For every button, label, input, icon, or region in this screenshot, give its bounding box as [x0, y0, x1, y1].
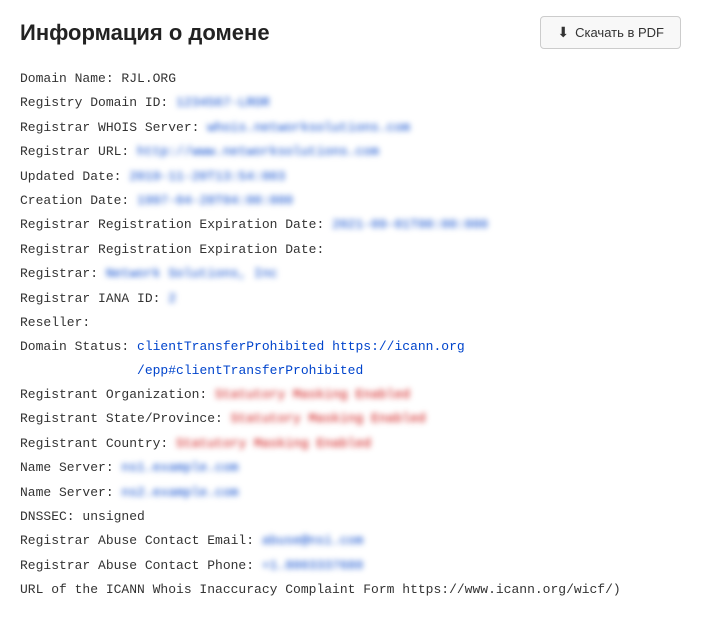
- registrar-url-row: Registrar URL: http://www.networksolutio…: [20, 140, 681, 163]
- registrant-state-label: Registrant State/Province:: [20, 407, 231, 430]
- registrar-row: Registrar: Network Solutions, Inc: [20, 262, 681, 285]
- registrar-whois-value: whois.networksolutions.com: [207, 116, 410, 139]
- abuse-phone-value: +1.8003337680: [262, 554, 363, 577]
- registrant-country-label: Registrant Country:: [20, 432, 176, 455]
- registrar-url-label: Registrar URL:: [20, 140, 137, 163]
- expiration-date2-label: Registrar Registration Expiration Date:: [20, 238, 332, 261]
- domain-status-value: clientTransferProhibited https://icann.o…: [137, 335, 637, 382]
- expiration-date2-row: Registrar Registration Expiration Date:: [20, 238, 681, 261]
- name-server2-row: Name Server: ns2.example.com: [20, 481, 681, 504]
- icann-url-label: URL of the ICANN Whois Inaccuracy Compla…: [20, 578, 621, 601]
- domain-status-label: Domain Status:: [20, 335, 137, 382]
- creation-date-value: 1997-04-28T04:00:000: [137, 189, 293, 212]
- dnssec-label: DNSSEC:: [20, 505, 82, 528]
- domain-status-row: Domain Status: clientTransferProhibited …: [20, 335, 681, 382]
- registrar-label: Registrar:: [20, 262, 106, 285]
- dnssec-value: unsigned: [82, 505, 144, 528]
- iana-id-label: Registrar IANA ID:: [20, 287, 168, 310]
- registrant-org-row: Registrant Organization: Statutory Maski…: [20, 383, 681, 406]
- registrant-country-row: Registrant Country: Statutory Masking En…: [20, 432, 681, 455]
- name-server1-label: Name Server:: [20, 456, 121, 479]
- page-header: Информация о домене ⬇ Скачать в PDF: [20, 16, 681, 49]
- expiration-date1-label: Registrar Registration Expiration Date:: [20, 213, 332, 236]
- domain-name-label: Domain Name:: [20, 67, 121, 90]
- registrant-state-row: Registrant State/Province: Statutory Mas…: [20, 407, 681, 430]
- abuse-phone-label: Registrar Abuse Contact Phone:: [20, 554, 262, 577]
- registrar-url-value: http://www.networksolutions.com: [137, 140, 379, 163]
- abuse-phone-row: Registrar Abuse Contact Phone: +1.800333…: [20, 554, 681, 577]
- registrant-state-value: Statutory Masking Enabled: [231, 407, 426, 430]
- page-container: Информация о домене ⬇ Скачать в PDF Doma…: [0, 0, 701, 619]
- creation-date-row: Creation Date: 1997-04-28T04:00:000: [20, 189, 681, 212]
- reseller-row: Reseller:: [20, 311, 681, 334]
- download-icon: ⬇: [557, 24, 569, 41]
- registrar-whois-row: Registrar WHOIS Server: whois.networksol…: [20, 116, 681, 139]
- registrant-country-value: Statutory Masking Enabled: [176, 432, 371, 455]
- creation-date-label: Creation Date:: [20, 189, 137, 212]
- iana-id-row: Registrar IANA ID: 2: [20, 287, 681, 310]
- page-title: Информация о домене: [20, 20, 270, 46]
- expiration-date1-row: Registrar Registration Expiration Date: …: [20, 213, 681, 236]
- registrant-org-label: Registrant Organization:: [20, 383, 215, 406]
- abuse-email-value: abuse@nsi.com: [262, 529, 363, 552]
- registry-domain-id-value: 1234567-LROR: [176, 91, 270, 114]
- registrant-org-value: Statutory Masking Enabled: [215, 383, 410, 406]
- abuse-email-row: Registrar Abuse Contact Email: abuse@nsi…: [20, 529, 681, 552]
- name-server1-value: ns1.example.com: [121, 456, 238, 479]
- updated-date-label: Updated Date:: [20, 165, 129, 188]
- download-btn-label: Скачать в PDF: [575, 25, 664, 40]
- abuse-email-label: Registrar Abuse Contact Email:: [20, 529, 262, 552]
- dnssec-row: DNSSEC: unsigned: [20, 505, 681, 528]
- registrar-value: Network Solutions, Inc: [106, 262, 278, 285]
- whois-content: Domain Name: RJL.ORG Registry Domain ID:…: [20, 67, 681, 602]
- iana-id-value: 2: [168, 287, 176, 310]
- icann-url-row: URL of the ICANN Whois Inaccuracy Compla…: [20, 578, 681, 601]
- updated-date-value: 2019-11-20T13:54:003: [129, 165, 285, 188]
- registrar-whois-label: Registrar WHOIS Server:: [20, 116, 207, 139]
- name-server2-label: Name Server:: [20, 481, 121, 504]
- registry-domain-id-label: Registry Domain ID:: [20, 91, 176, 114]
- expiration-date1-value: 2021-09-01T00:00:000: [332, 213, 488, 236]
- domain-name-row: Domain Name: RJL.ORG: [20, 67, 681, 90]
- updated-date-row: Updated Date: 2019-11-20T13:54:003: [20, 165, 681, 188]
- registry-domain-id-row: Registry Domain ID: 1234567-LROR: [20, 91, 681, 114]
- domain-name-value: RJL.ORG: [121, 67, 176, 90]
- download-pdf-button[interactable]: ⬇ Скачать в PDF: [540, 16, 681, 49]
- name-server1-row: Name Server: ns1.example.com: [20, 456, 681, 479]
- reseller-label: Reseller:: [20, 311, 98, 334]
- name-server2-value: ns2.example.com: [121, 481, 238, 504]
